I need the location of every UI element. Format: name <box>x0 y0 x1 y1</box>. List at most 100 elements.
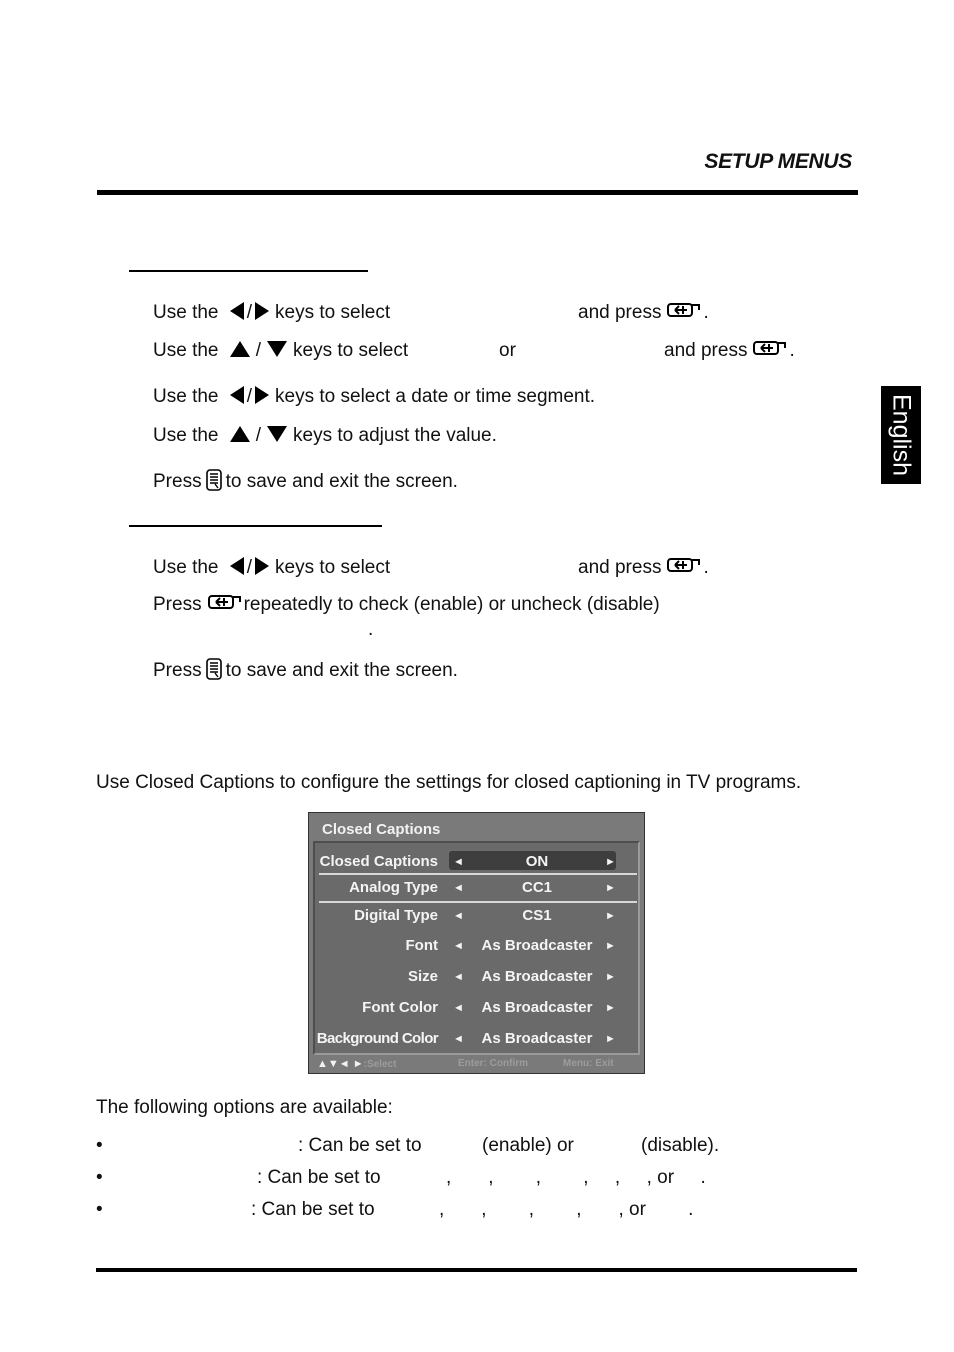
row-value: As Broadcaster <box>481 937 593 954</box>
menu-key-icon <box>205 658 222 680</box>
osd-footer: ▲▼◄ ►:Select Enter: Confirm Menu: Exit <box>317 1058 614 1070</box>
nav-keys-icon: ▲▼◄ ► <box>317 1058 364 1070</box>
row-value: CC1 <box>521 879 552 896</box>
right-arrow-icon[interactable]: ► <box>605 907 616 925</box>
row-label: Font Color <box>362 999 438 1016</box>
step-text: Use the <box>153 557 219 579</box>
left-arrow-icon[interactable]: ◄ <box>453 879 464 897</box>
instruction-step: Press repeatedly to check (enable) or unc… <box>153 594 660 616</box>
step-text: and press <box>664 340 748 362</box>
right-arrow-icon <box>255 302 270 320</box>
slash: / <box>246 386 253 408</box>
step-text: Use the <box>153 386 219 408</box>
closed-captions-intro: Use Closed Captions to configure the set… <box>96 772 802 793</box>
instruction-step: Use the / keys to select a date or time s… <box>153 386 595 408</box>
row-value: As Broadcaster <box>481 1030 593 1047</box>
right-arrow-icon <box>255 557 270 575</box>
instruction-step: Use the / keys to adjust the value. <box>153 425 497 447</box>
enter-key-icon <box>753 341 787 355</box>
right-arrow-icon[interactable]: ► <box>605 879 616 897</box>
osd-row-digital-type[interactable]: Digital Type ◄ CS1 ► <box>315 905 642 927</box>
left-arrow-icon[interactable]: ◄ <box>453 853 464 871</box>
osd-divider <box>319 873 637 875</box>
up-arrow-icon <box>229 425 250 442</box>
option-text: : Can be set to <box>251 1199 375 1220</box>
footer-rule <box>96 1268 857 1272</box>
step-text: Use the <box>153 425 219 446</box>
osd-row-font[interactable]: Font ◄ As Broadcaster ► <box>315 935 642 957</box>
row-value: CS1 <box>522 907 552 924</box>
row-label: Closed Captions <box>319 853 438 870</box>
bullet-marker: • <box>96 1135 103 1156</box>
instruction-step: Use the / keys to select <box>153 340 408 362</box>
step-text: keys to select <box>275 557 391 579</box>
left-arrow-icon[interactable]: ◄ <box>453 999 464 1017</box>
left-arrow-icon[interactable]: ◄ <box>453 907 464 925</box>
osd-row-size[interactable]: Size ◄ As Broadcaster ► <box>315 966 642 988</box>
osd-row-background-color[interactable]: Background Color ◄ As Broadcaster ► <box>315 1028 642 1050</box>
row-label: Font <box>405 937 438 954</box>
option-text: : Can be set to <box>298 1135 422 1156</box>
right-arrow-icon[interactable]: ► <box>605 999 616 1017</box>
step-text: keys to select <box>275 302 391 324</box>
menu-key-icon <box>205 469 222 491</box>
osd-row-analog-type[interactable]: Analog Type ◄ CC1 ► <box>315 877 642 899</box>
osd-row-font-color[interactable]: Font Color ◄ As Broadcaster ► <box>315 997 642 1019</box>
language-tab: English <box>881 386 921 484</box>
right-arrow-icon[interactable]: ► <box>605 853 616 871</box>
step-text: and press <box>578 557 662 579</box>
step-text: Use the <box>153 302 219 324</box>
row-label: Analog Type <box>349 879 438 896</box>
right-arrow-icon[interactable]: ► <box>605 937 616 955</box>
row-value: ON <box>525 853 549 870</box>
option-list: , , , , , or . <box>439 1199 694 1220</box>
slash: / <box>246 302 253 324</box>
right-arrow-icon[interactable]: ► <box>605 1030 616 1048</box>
instruction-step: Use the / keys to select <box>153 302 390 324</box>
osd-title: Closed Captions <box>322 821 441 838</box>
slash: / <box>255 340 262 361</box>
step-text: repeatedly to check (enable) or uncheck … <box>243 594 660 616</box>
osd-row-closed-captions[interactable]: Closed Captions ◄ ON ► <box>315 851 642 873</box>
enter-key-icon <box>207 595 241 609</box>
section-header-title: SETUP MENUS <box>704 150 852 173</box>
right-arrow-icon[interactable]: ► <box>605 968 616 986</box>
closed-captions-osd-menu: Closed Captions Closed Captions ◄ ON ► A… <box>308 812 645 1074</box>
instruction-step: Use the / keys to select <box>153 557 390 579</box>
footer-select-hint: :Select <box>363 1059 397 1070</box>
enter-key-icon <box>667 558 701 572</box>
option-text: (enable) or <box>482 1135 574 1156</box>
left-arrow-icon[interactable]: ◄ <box>453 1030 464 1048</box>
step-text: to save and exit the screen. <box>225 660 458 682</box>
option-list: , , , , , , or . <box>446 1167 706 1188</box>
step-text: Press <box>153 660 202 682</box>
left-arrow-icon <box>229 302 244 320</box>
bullet-marker: • <box>96 1167 103 1188</box>
down-arrow-icon <box>267 425 288 442</box>
up-arrow-icon <box>229 340 250 357</box>
period: . <box>789 340 795 362</box>
row-label: Background Color <box>316 1030 439 1047</box>
step-text: keys to select <box>293 340 409 361</box>
header-rule <box>97 190 858 195</box>
option-text: : Can be set to <box>257 1167 381 1188</box>
step-text: and press <box>578 302 662 324</box>
left-arrow-icon[interactable]: ◄ <box>453 937 464 955</box>
options-heading: The following options are available: <box>96 1097 393 1118</box>
step-text: keys to select a date or time segment. <box>275 386 596 408</box>
option-text: (disable). <box>641 1135 720 1156</box>
slash: / <box>246 557 253 579</box>
step-or: or <box>499 340 516 361</box>
down-arrow-icon <box>267 340 288 357</box>
step-text: Press <box>153 594 202 616</box>
footer-exit-hint: Menu: Exit <box>563 1058 614 1069</box>
language-tab-label: English <box>887 394 916 476</box>
osd-divider <box>319 901 637 903</box>
subsection-underline-2 <box>129 525 382 527</box>
step-text: to save and exit the screen. <box>225 471 458 493</box>
osd-panel: Closed Captions ◄ ON ► Analog Type ◄ CC1… <box>313 841 640 1055</box>
footer-confirm-hint: Enter: Confirm <box>458 1058 528 1069</box>
period: . <box>703 557 709 579</box>
left-arrow-icon[interactable]: ◄ <box>453 968 464 986</box>
instruction-step-end: and press. <box>578 557 709 579</box>
